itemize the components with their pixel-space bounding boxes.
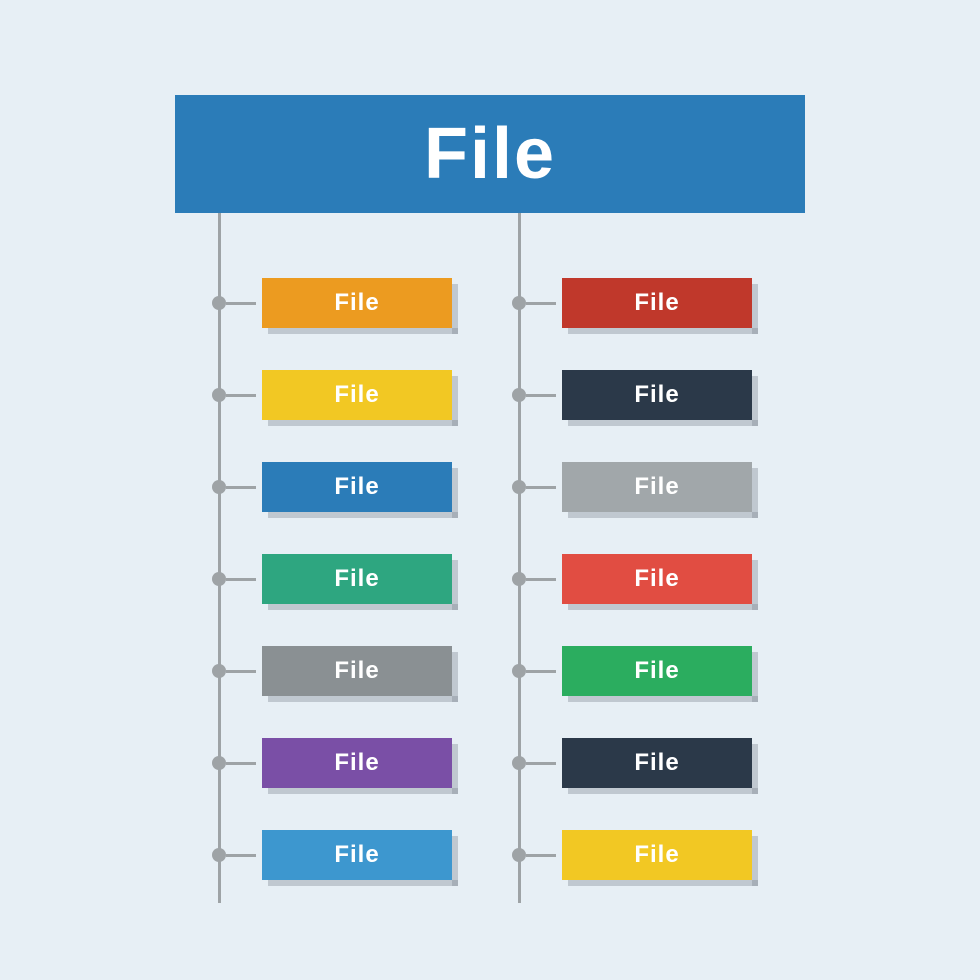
connector-line [526, 394, 556, 397]
dot-icon [212, 296, 226, 310]
connector-line [226, 302, 256, 305]
dot-icon [512, 480, 526, 494]
file-label: File [634, 289, 679, 317]
file-tile: File [262, 738, 452, 788]
connector-line [226, 578, 256, 581]
dot-icon [212, 756, 226, 770]
connector-line [526, 302, 556, 305]
root-tile: File [175, 95, 805, 213]
dot-icon [212, 388, 226, 402]
dot-icon [212, 572, 226, 586]
file-label: File [334, 289, 379, 317]
root-label: File [424, 113, 556, 195]
stem-right [518, 213, 521, 903]
connector-line [526, 762, 556, 765]
dot-icon [512, 572, 526, 586]
file-tile: File [562, 278, 752, 328]
dot-icon [512, 848, 526, 862]
connector-line [526, 486, 556, 489]
connector-line [526, 578, 556, 581]
file-label: File [334, 473, 379, 501]
connector-line [226, 854, 256, 857]
dot-icon [512, 664, 526, 678]
file-label: File [634, 381, 679, 409]
dot-icon [212, 848, 226, 862]
file-tile: File [562, 830, 752, 880]
file-label: File [634, 657, 679, 685]
connector-line [226, 394, 256, 397]
dot-icon [512, 388, 526, 402]
file-tile: File [262, 830, 452, 880]
file-label: File [634, 749, 679, 777]
dot-icon [512, 756, 526, 770]
file-label: File [634, 473, 679, 501]
file-tile: File [562, 646, 752, 696]
file-tile: File [562, 738, 752, 788]
file-tile: File [262, 370, 452, 420]
connector-line [226, 486, 256, 489]
connector-line [226, 762, 256, 765]
connector-line [226, 670, 256, 673]
file-tile: File [562, 370, 752, 420]
diagram-stage: File File File File File File [0, 0, 980, 980]
file-label: File [334, 565, 379, 593]
file-label: File [334, 749, 379, 777]
dot-icon [512, 296, 526, 310]
file-tile: File [562, 462, 752, 512]
file-tile: File [262, 278, 452, 328]
file-label: File [334, 841, 379, 869]
file-label: File [334, 657, 379, 685]
dot-icon [212, 480, 226, 494]
file-label: File [334, 381, 379, 409]
file-tile: File [562, 554, 752, 604]
connector-line [526, 854, 556, 857]
stem-left [218, 213, 221, 903]
file-tile: File [262, 462, 452, 512]
connector-line [526, 670, 556, 673]
file-label: File [634, 565, 679, 593]
file-tile: File [262, 646, 452, 696]
file-tile: File [262, 554, 452, 604]
dot-icon [212, 664, 226, 678]
file-label: File [634, 841, 679, 869]
